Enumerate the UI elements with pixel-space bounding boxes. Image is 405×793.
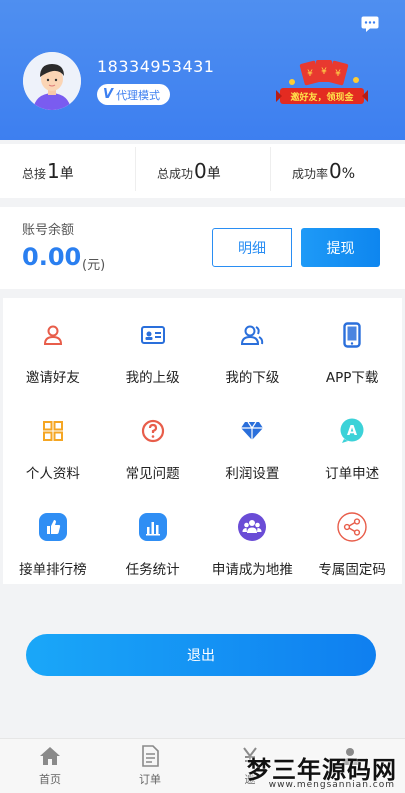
watermark-url: www.mengsannian.com: [268, 780, 395, 790]
stat-value: 0: [194, 159, 207, 183]
svg-text:¥: ¥: [307, 69, 313, 79]
stat-value: 1: [47, 159, 60, 183]
menu-exclusive-code[interactable]: 专属固定码: [302, 490, 402, 584]
v-icon: V: [103, 87, 114, 102]
stat-total-orders: 总接 1 单: [0, 159, 135, 183]
menu-faq[interactable]: 常见问题: [103, 394, 203, 490]
team-icon: [238, 513, 267, 541]
stat-label: 总成功: [157, 167, 194, 181]
avatar-illustration-icon: [23, 52, 81, 110]
menu-label: 我的下级: [225, 370, 280, 386]
tab-orders[interactable]: 订单: [100, 739, 200, 793]
svg-text:A: A: [347, 424, 357, 439]
menu-order-ranking[interactable]: 接单排行榜: [3, 490, 103, 584]
stat-label: 总接: [22, 167, 47, 181]
avatar[interactable]: [23, 52, 81, 110]
menu-profit-settings[interactable]: 利润设置: [203, 394, 303, 490]
person-icon: [43, 325, 62, 345]
menu-app-download[interactable]: APP下载: [302, 298, 402, 394]
diamond-icon: [241, 421, 264, 440]
withdraw-button[interactable]: 提现: [301, 228, 380, 267]
home-icon: [40, 747, 60, 765]
menu-invite-friends[interactable]: 邀请好友: [3, 298, 103, 394]
phone-number: 18334953431: [97, 57, 215, 76]
agent-mode-badge[interactable]: V 代理模式: [97, 84, 171, 105]
stat-success-rate: 成功率 0 %: [270, 147, 405, 191]
stat-unit: 单: [59, 166, 74, 182]
menu-label: APP下载: [325, 370, 379, 386]
detail-button[interactable]: 明细: [212, 228, 292, 267]
menu-label: 订单申述: [325, 466, 380, 482]
stat-unit: %: [341, 166, 356, 182]
menu-label: 申请成为地推: [211, 562, 293, 578]
svg-text:¥: ¥: [321, 67, 327, 77]
phone-icon: [343, 322, 361, 348]
id-card-icon: [140, 326, 165, 344]
stat-total-success: 总成功 0 单: [135, 147, 270, 191]
menu-personal-info[interactable]: 个人资料: [3, 394, 103, 490]
question-icon: [141, 419, 164, 443]
order-stats: 总接 1 单 总成功 0 单 成功率 0 %: [0, 144, 405, 198]
menu-label: 个人资料: [25, 466, 80, 482]
profile-header: 18334953431 V 代理模式 ¥ ¥ ¥ 邀好友，领现金: [0, 0, 405, 140]
menu-label: 专属固定码: [318, 562, 386, 578]
bar-chart-icon: [138, 513, 167, 541]
menu-apply-ground-promoter[interactable]: 申请成为地推: [203, 490, 303, 584]
svg-text:¥: ¥: [335, 69, 341, 79]
balance-label: 账号余额: [22, 223, 75, 238]
grid-icon: [42, 421, 63, 441]
menu-order-appeal[interactable]: A 订单申述: [302, 394, 402, 490]
menu-label: 利润设置: [225, 466, 280, 482]
menu-task-stats[interactable]: 任务统计: [103, 490, 203, 584]
stat-value: 0: [329, 159, 342, 183]
people-icon: [241, 325, 264, 345]
tab-label: 订单: [139, 773, 161, 786]
document-icon: [142, 745, 159, 767]
invite-promo-banner[interactable]: ¥ ¥ ¥ 邀好友，领现金: [272, 60, 372, 110]
thumbs-up-icon: [38, 513, 67, 541]
menu-label: 我的上级: [125, 370, 180, 386]
balance-unit: (元): [82, 258, 106, 273]
message-icon[interactable]: [361, 16, 379, 32]
feature-menu-grid: 邀请好友 我的上级 我的下级 APP下载 个人资料 常见问题 利润设置 A 订单…: [3, 298, 402, 584]
stat-label: 成功率: [292, 167, 329, 181]
promo-text: 邀好友，领现金: [290, 91, 354, 103]
share-icon: [337, 512, 367, 542]
stat-unit: 单: [206, 166, 221, 182]
menu-label: 任务统计: [125, 562, 180, 578]
menu-my-subordinates[interactable]: 我的下级: [203, 298, 303, 394]
menu-label: 接单排行榜: [19, 562, 87, 578]
appeal-icon: A: [340, 418, 364, 443]
menu-label: 邀请好友: [25, 370, 80, 386]
logout-button[interactable]: 退出: [26, 634, 376, 676]
tab-label: 首页: [39, 773, 61, 786]
tab-home[interactable]: 首页: [0, 739, 100, 793]
menu-my-superior[interactable]: 我的上级: [103, 298, 203, 394]
menu-label: 常见问题: [125, 466, 180, 482]
balance-amount: 0.00: [22, 243, 82, 271]
agent-mode-label: 代理模式: [116, 88, 161, 102]
